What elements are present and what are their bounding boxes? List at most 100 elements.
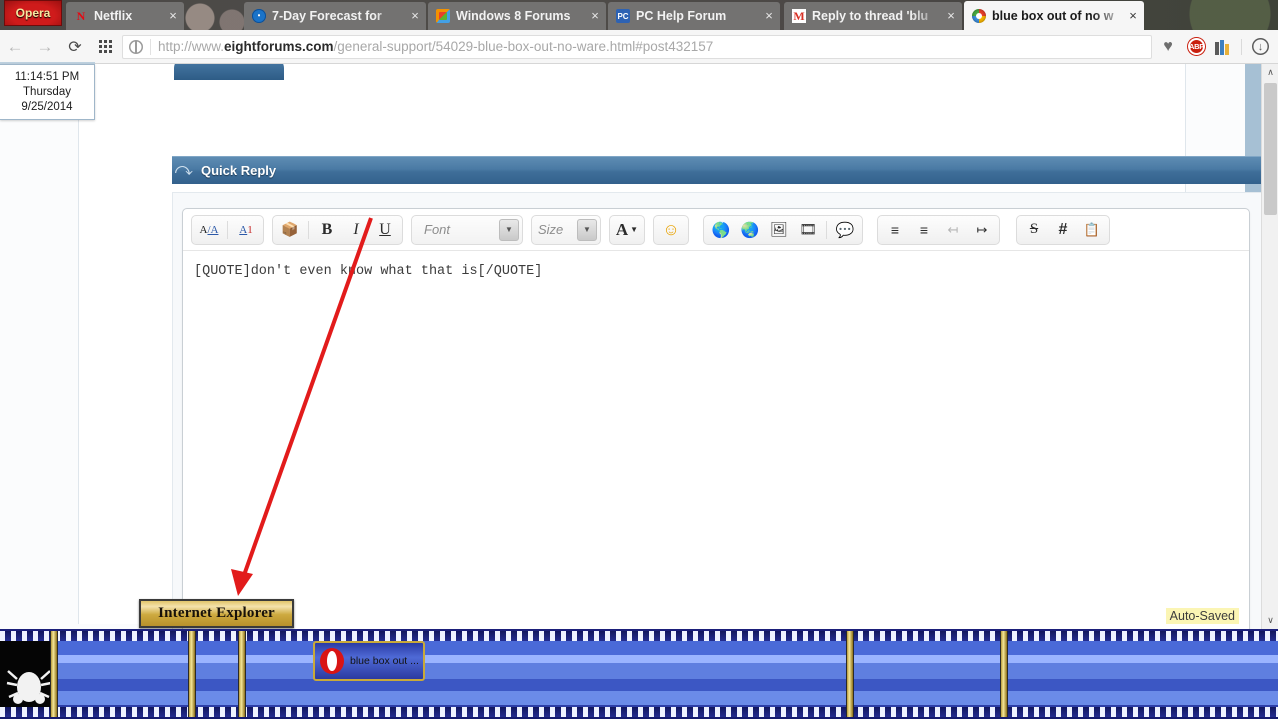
taskbar-divider (846, 631, 854, 717)
bold-button[interactable]: B (314, 218, 340, 242)
tab-close-button[interactable]: × (166, 9, 180, 23)
scroll-up-button[interactable]: ∧ (1262, 64, 1278, 81)
chevron-down-icon[interactable]: ▼ (499, 218, 519, 241)
toolbar-divider (1241, 38, 1242, 55)
font-select[interactable]: Font ▼ (411, 214, 523, 245)
size-select[interactable]: Size ▼ (531, 214, 601, 245)
tab-strip[interactable]: Opera N Netflix × 7-Day Forecast for × W… (0, 0, 1278, 35)
tab-label: Windows 8 Forums (456, 9, 571, 23)
color-group: A ▼ (609, 214, 645, 245)
speed-dial-icon[interactable] (90, 32, 120, 62)
url-scheme: http://www. (158, 39, 225, 54)
autosaved-badge: Auto-Saved (1165, 608, 1239, 624)
adblock-plus-icon[interactable]: ABP (1188, 38, 1205, 55)
text-color-button[interactable]: A ▼ (614, 218, 640, 242)
internet-explorer-tooltip: Internet Explorer (139, 599, 294, 628)
browser-action-icons: ♥ ABP ↓ (1158, 37, 1278, 57)
insert-group: 🌎 🌏 🖼 🎞 💬 (703, 214, 863, 245)
opera-label: Opera (15, 6, 51, 20)
eightforums-icon (972, 8, 986, 23)
chevron-down-icon[interactable]: ▼ (577, 218, 597, 241)
format-group: 📦 B I U (272, 214, 403, 245)
page-viewport: Quick Reply ⤺ A/A A1 📦 B I U Font ▼ Size… (0, 64, 1278, 629)
tab-label: Netflix (94, 9, 133, 23)
source-group: A/A A1 (191, 214, 264, 245)
scroll-down-button[interactable]: ∨ (1262, 612, 1278, 629)
smilie-group: ☺ (653, 214, 689, 245)
quick-reply-title: Quick Reply (201, 163, 277, 178)
toolbar-divider (308, 220, 309, 239)
remove-link-button[interactable]: 🌏 (737, 218, 763, 242)
tab-netflix[interactable]: N Netflix × (66, 2, 184, 30)
opera-taskbar-label: blue box out ... (350, 655, 419, 667)
hash-button[interactable]: # (1050, 218, 1076, 242)
navigation-toolbar: ← → ⟳ http://www.eightforums.com/general… (0, 30, 1278, 64)
editor-toolbar: A/A A1 📦 B I U Font ▼ Size ▼ A ▼ ☺ 🌎 🌏 🖼… (183, 209, 1249, 251)
tab-close-button[interactable]: × (1126, 9, 1140, 23)
tab-label: 7-Day Forecast for (272, 9, 382, 23)
opera-icon (320, 648, 344, 674)
opera-logo-badge[interactable]: Opera (0, 0, 62, 35)
unordered-list-button[interactable]: ≡ (911, 218, 937, 242)
gmail-icon: M (792, 8, 806, 23)
insert-link-button[interactable]: 🌎 (708, 218, 734, 242)
downloads-icon[interactable]: ↓ (1252, 38, 1269, 55)
taskbar-start-panel[interactable] (0, 641, 56, 707)
tab-blue-box-out-of-nowhere[interactable]: blue box out of no w × (964, 1, 1144, 30)
clock-tooltip: 11:14:51 PM Thursday 9/25/2014 (0, 64, 95, 120)
insert-smilie-button[interactable]: ☺ (658, 218, 684, 242)
remove-formatting-button[interactable]: A1 (233, 218, 259, 242)
netflix-icon: N (76, 8, 86, 23)
tab-close-button[interactable]: × (408, 9, 422, 23)
quick-reply-panel: A/A A1 📦 B I U Font ▼ Size ▼ A ▼ ☺ 🌎 🌏 🖼… (172, 192, 1266, 629)
toolbar-divider (826, 220, 827, 239)
tab-reply-to-thread[interactable]: M Reply to thread 'blu × (784, 2, 962, 30)
address-bar[interactable]: http://www.eightforums.com/general-suppo… (122, 34, 1152, 59)
url-path: /general-support/54029-blue-box-out-no-w… (333, 39, 714, 54)
page-scrollbar[interactable]: ∧ ∨ (1261, 64, 1278, 629)
editor-text-area[interactable]: [QUOTE]don't even know what that is[/QUO… (183, 251, 1249, 629)
forum-content-card: Quick Reply ⤺ A/A A1 📦 B I U Font ▼ Size… (78, 64, 1266, 629)
strikethrough-button[interactable]: S (1021, 218, 1047, 242)
tab-close-button[interactable]: × (944, 9, 958, 23)
reply-tab-stub[interactable] (174, 64, 284, 80)
editor-content: [QUOTE]don't even know what that is[/QUO… (194, 264, 543, 279)
tab-close-button[interactable]: × (588, 9, 602, 23)
tab-close-button[interactable]: × (762, 9, 776, 23)
taskbar-divider (188, 631, 196, 717)
tab-label: Reply to thread 'blu (812, 9, 929, 23)
back-button[interactable]: ← (0, 32, 30, 62)
text-color-label: A (615, 219, 629, 239)
bookmarks-icon[interactable] (1215, 39, 1231, 55)
forward-button[interactable]: → (30, 32, 60, 62)
pchelpforum-icon: PC (616, 9, 630, 23)
clock-tooltip-time: 11:14:51 PM (14, 70, 80, 83)
taskbar-divider (238, 631, 246, 717)
heart-icon[interactable]: ♥ (1158, 37, 1178, 57)
opera-taskbar-button[interactable]: blue box out ... (313, 641, 425, 681)
url-text: http://www.eightforums.com/general-suppo… (158, 39, 713, 54)
undo-button[interactable]: 📦 (277, 218, 303, 242)
quick-reply-header[interactable]: Quick Reply (172, 156, 1266, 184)
paste-from-word-button[interactable]: 📋 (1079, 218, 1105, 242)
insert-quote-button[interactable]: 💬 (832, 218, 858, 242)
insert-video-button[interactable]: 🎞 (795, 218, 821, 242)
insert-image-button[interactable]: 🖼 (766, 218, 792, 242)
message-editor[interactable]: A/A A1 📦 B I U Font ▼ Size ▼ A ▼ ☺ 🌎 🌏 🖼… (182, 208, 1250, 629)
scrollbar-thumb[interactable] (1264, 83, 1277, 215)
indent-button[interactable]: ↦ (969, 218, 995, 242)
page-info-icon[interactable] (129, 39, 143, 54)
reload-button[interactable]: ⟳ (60, 32, 90, 62)
ordered-list-button[interactable]: ≡ (882, 218, 908, 242)
tab-label: PC Help Forum (636, 9, 727, 23)
underline-button[interactable]: U (372, 218, 398, 242)
toggle-wysiwyg-button[interactable]: A/A (196, 218, 222, 242)
outdent-button[interactable]: ↤ (940, 218, 966, 242)
clock-tooltip-day: Thursday (23, 85, 71, 98)
italic-button[interactable]: I (343, 218, 369, 242)
tab-windows-8-forums[interactable]: Windows 8 Forums × (428, 2, 606, 30)
tab-7-day-forecast[interactable]: 7-Day Forecast for × (244, 2, 426, 30)
size-select-value: Size (538, 222, 564, 237)
tab-pc-help-forum[interactable]: PC PC Help Forum × (608, 2, 780, 30)
font-select-value: Font (424, 222, 451, 237)
